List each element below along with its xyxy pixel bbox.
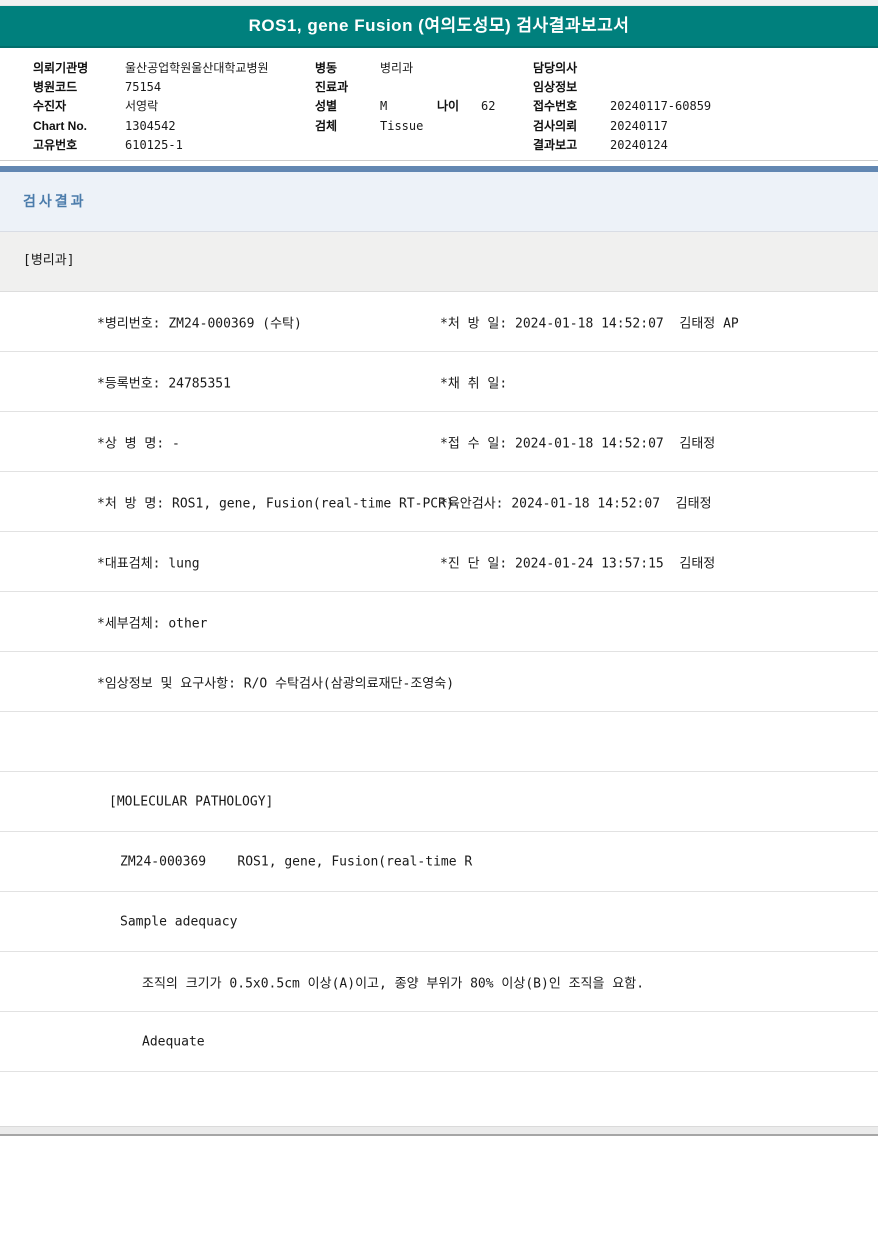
label-receipt-no: 접수번호 <box>533 98 577 115</box>
report-title: ROS1, gene Fusion (여의도성모) 검사결과보고서 <box>249 16 630 35</box>
result-row-text: *병리번호: ZM24-000369 (수탁) <box>97 312 302 331</box>
patient-info-panel: 의뢰기관명 울산공업학원울산대학교병원 병동 병리과 담당의사 병원코드 751… <box>0 56 878 158</box>
label-hospital-code: 병원코드 <box>33 79 77 96</box>
label-patient-name: 수진자 <box>33 98 66 115</box>
result-row-text: ZM24-000369 ROS1, gene, Fusion(real-time… <box>120 854 472 869</box>
value-specimen: Tissue <box>380 118 423 135</box>
patient-info-row: 병원코드 75154 진료과 임상정보 <box>0 79 878 96</box>
label-department: 진료과 <box>315 79 348 96</box>
pathology-dept-label: [병리과] <box>0 232 75 290</box>
result-row: ZM24-000369 ROS1, gene, Fusion(real-time… <box>0 832 878 892</box>
result-row: Sample adequacy <box>0 892 878 952</box>
bottom-divider-bar <box>0 1126 878 1136</box>
value-result-report-date: 20240124 <box>610 137 668 154</box>
result-row: 조직의 크기가 0.5x0.5cm 이상(A)이고, 종양 부위가 80% 이상… <box>0 952 878 1012</box>
result-row: *상 병 명: - *접 수 일: 2024-01-18 14:52:07 김태정 <box>0 412 878 472</box>
value-test-request-date: 20240117 <box>610 118 668 135</box>
result-row <box>0 712 878 772</box>
patient-info-row: Chart No. 1304542 검체 Tissue 검사의뢰 2024011… <box>0 118 878 135</box>
value-age: 62 <box>481 98 495 115</box>
results-section-header: 검사결과 <box>0 172 878 232</box>
result-row: *세부검체: other <box>0 592 878 652</box>
label-ward: 병동 <box>315 60 337 77</box>
result-row-text: Adequate <box>142 1034 205 1049</box>
value-unique-no: 610125-1 <box>125 137 183 154</box>
result-row-datetime: *진 단 일: 2024-01-24 13:57:15 김태정 <box>440 552 715 571</box>
header-divider <box>0 160 878 161</box>
label-requesting-institution: 의뢰기관명 <box>33 60 88 77</box>
result-row <box>0 1072 878 1125</box>
result-row: *대표검체: lung *진 단 일: 2024-01-24 13:57:15 김… <box>0 532 878 592</box>
result-row-datetime: *접 수 일: 2024-01-18 14:52:07 김태정 <box>440 432 715 451</box>
result-row-datetime: *처 방 일: 2024-01-18 14:52:07 김태정 AP <box>440 312 739 331</box>
result-row-text: *처 방 명: ROS1, gene, Fusion(real-time RT-… <box>97 492 454 511</box>
value-ward: 병리과 <box>380 60 413 77</box>
result-row-text: *세부검체: other <box>97 612 207 631</box>
value-hospital-code: 75154 <box>125 79 161 96</box>
result-row-datetime: *육안검사: 2024-01-18 14:52:07 김태정 <box>440 492 712 511</box>
report-page: { "title_bar": { "title": "ROS1, gene Fu… <box>0 0 878 1240</box>
result-row-text: *등록번호: 24785351 <box>97 372 231 391</box>
label-sex: 성별 <box>315 98 337 115</box>
value-receipt-no: 20240117-60859 <box>610 98 711 115</box>
patient-info-row: 의뢰기관명 울산공업학원울산대학교병원 병동 병리과 담당의사 <box>0 60 878 77</box>
result-row-text: *대표검체: lung <box>97 552 200 571</box>
value-sex: M <box>380 98 387 115</box>
result-row-datetime: *채 취 일: <box>440 372 507 391</box>
result-row: *처 방 명: ROS1, gene, Fusion(real-time RT-… <box>0 472 878 532</box>
patient-info-row: 수진자 서영락 성별 M 나이 62 접수번호 20240117-60859 <box>0 98 878 115</box>
department-band: [병리과] <box>0 232 878 292</box>
result-row-text: *상 병 명: - <box>97 432 180 451</box>
value-chart-no: 1304542 <box>125 118 176 135</box>
value-patient-name: 서영락 <box>125 98 158 115</box>
value-requesting-institution: 울산공업학원울산대학교병원 <box>125 60 269 77</box>
result-row-text: [MOLECULAR PATHOLOGY] <box>109 794 273 809</box>
result-row: *등록번호: 24785351 *채 취 일: <box>0 352 878 412</box>
result-row: [MOLECULAR PATHOLOGY] <box>0 772 878 832</box>
label-unique-no: 고유번호 <box>33 137 77 154</box>
result-row: *병리번호: ZM24-000369 (수탁) *처 방 일: 2024-01-1… <box>0 292 878 352</box>
result-row: *임상정보 및 요구사항: R/O 수탁검사(삼광의료재단-조영숙) <box>0 652 878 712</box>
label-attending-doctor: 담당의사 <box>533 60 577 77</box>
result-row-text: *임상정보 및 요구사항: R/O 수탁검사(삼광의료재단-조영숙) <box>97 672 454 691</box>
label-age: 나이 <box>437 98 459 115</box>
result-row-text: 조직의 크기가 0.5x0.5cm 이상(A)이고, 종양 부위가 80% 이상… <box>142 972 644 991</box>
results-section-title: 검사결과 <box>0 172 87 230</box>
report-title-bar: ROS1, gene Fusion (여의도성모) 검사결과보고서 <box>0 6 878 48</box>
label-specimen: 검체 <box>315 118 337 135</box>
label-chart-no: Chart No. <box>33 118 87 135</box>
result-row: Adequate <box>0 1012 878 1072</box>
label-test-request-date: 검사의뢰 <box>533 118 577 135</box>
label-result-report-date: 결과보고 <box>533 137 577 154</box>
result-row-text: Sample adequacy <box>120 914 237 929</box>
label-clinical-info: 임상정보 <box>533 79 577 96</box>
patient-info-row: 고유번호 610125-1 결과보고 20240124 <box>0 137 878 154</box>
result-rows-container: *병리번호: ZM24-000369 (수탁) *처 방 일: 2024-01-1… <box>0 292 878 1125</box>
